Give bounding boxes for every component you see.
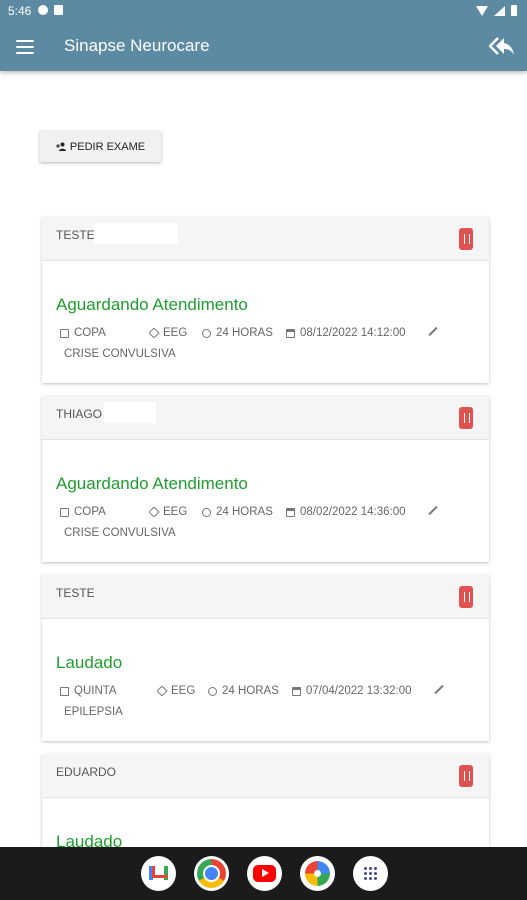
clock-icon bbox=[202, 328, 211, 338]
app-dock bbox=[141, 856, 388, 891]
location: QUINTA bbox=[60, 685, 117, 697]
message-icon bbox=[38, 5, 48, 15]
pill-icon bbox=[428, 506, 437, 515]
notification-icon bbox=[54, 5, 63, 15]
wifi-icon bbox=[476, 5, 488, 16]
pedir-exame-button[interactable]: PEDIR EXAME bbox=[40, 131, 161, 162]
diagnosis: CRISE CONVULSIVA bbox=[64, 527, 176, 539]
datetime: 07/04/2022 13:32:00 bbox=[292, 685, 412, 697]
duration: 24 HORAS bbox=[202, 506, 273, 518]
person-add-icon bbox=[55, 142, 66, 151]
calendar-icon bbox=[286, 507, 295, 517]
clock-icon bbox=[208, 686, 217, 696]
building-icon bbox=[60, 507, 69, 517]
card-header: EDUARDO bbox=[42, 754, 489, 798]
card-body: Laudado QUINTA EEG 24 HORAS 07/04/2022 1… bbox=[42, 619, 489, 741]
photos-icon[interactable] bbox=[300, 856, 335, 891]
diagnosis-marker bbox=[428, 327, 437, 336]
diagnosis: EPILEPSIA bbox=[64, 706, 123, 718]
diagnosis: CRISE CONVULSIVA bbox=[64, 348, 176, 360]
building-icon bbox=[60, 686, 69, 696]
signal-icon bbox=[494, 5, 505, 16]
patient-name: TESTE bbox=[56, 586, 95, 600]
calendar-icon bbox=[292, 686, 301, 696]
exam-card[interactable]: THIAGO Aguardando Atendimento COPA EEG 2… bbox=[42, 396, 489, 562]
exam-status: Laudado bbox=[56, 832, 123, 847]
tag-icon bbox=[148, 327, 160, 339]
exam-card[interactable]: EDUARDO Laudado bbox=[42, 754, 489, 847]
nav-bar bbox=[0, 847, 527, 900]
pedir-exame-label: PEDIR EXAME bbox=[69, 140, 146, 153]
card-header: THIAGO bbox=[42, 396, 489, 440]
exam-status: Laudado bbox=[56, 653, 123, 672]
datetime: 08/02/2022 14:36:00 bbox=[286, 506, 406, 518]
redacted-surname bbox=[94, 223, 178, 244]
exam-card[interactable]: TESTE Aguardando Atendimento COPA EEG 24… bbox=[42, 217, 489, 383]
status-time: 5:46 bbox=[8, 4, 32, 18]
clock-icon bbox=[202, 507, 211, 517]
building-icon bbox=[60, 328, 69, 338]
gmail-icon[interactable] bbox=[141, 856, 176, 891]
card-body: Aguardando Atendimento COPA EEG 24 HORAS… bbox=[42, 261, 489, 383]
duration: 24 HORAS bbox=[202, 327, 273, 339]
location: COPA bbox=[60, 506, 106, 518]
app-title: Sinapse Neurocare bbox=[64, 36, 210, 55]
status-left-icons bbox=[38, 5, 63, 15]
card-body: Aguardando Atendimento COPA EEG 24 HORAS… bbox=[42, 440, 489, 562]
location: COPA bbox=[60, 327, 106, 339]
tag-icon bbox=[156, 685, 168, 697]
card-body: Laudado bbox=[42, 798, 489, 847]
status-bar: 5:46 bbox=[0, 0, 527, 22]
app-drawer-icon[interactable] bbox=[353, 856, 388, 891]
delete-button[interactable] bbox=[459, 586, 473, 608]
status-right-icons bbox=[476, 5, 517, 16]
patient-name: EDUARDO bbox=[56, 765, 117, 779]
patient-name: THIAGO bbox=[56, 407, 103, 421]
exam-type: EEG bbox=[156, 685, 195, 697]
calendar-icon bbox=[286, 328, 295, 338]
redacted-surname bbox=[104, 402, 156, 423]
patient-name: TESTE bbox=[56, 228, 95, 242]
pill-icon bbox=[434, 685, 443, 694]
pill-icon bbox=[428, 327, 437, 336]
datetime: 08/12/2022 14:12:00 bbox=[286, 327, 406, 339]
app-bar: Sinapse Neurocare bbox=[0, 22, 527, 71]
youtube-icon[interactable] bbox=[247, 856, 282, 891]
exam-status: Aguardando Atendimento bbox=[56, 474, 248, 493]
diagnosis-marker bbox=[428, 506, 437, 515]
exam-type: EEG bbox=[148, 506, 187, 518]
exam-type: EEG bbox=[148, 327, 187, 339]
exam-card[interactable]: TESTE Laudado QUINTA EEG 24 HORAS 07/04/… bbox=[42, 575, 489, 741]
delete-button[interactable] bbox=[459, 228, 473, 250]
duration: 24 HORAS bbox=[208, 685, 279, 697]
tag-icon bbox=[148, 506, 160, 518]
battery-icon bbox=[511, 5, 517, 16]
delete-button[interactable] bbox=[459, 765, 473, 787]
reply-all-icon[interactable] bbox=[489, 35, 515, 57]
card-header: TESTE bbox=[42, 217, 489, 261]
diagnosis-marker bbox=[434, 685, 443, 694]
card-header: TESTE bbox=[42, 575, 489, 619]
exam-status: Aguardando Atendimento bbox=[56, 295, 248, 314]
delete-button[interactable] bbox=[459, 407, 473, 429]
chrome-icon[interactable] bbox=[194, 856, 229, 891]
menu-icon[interactable] bbox=[16, 40, 34, 54]
